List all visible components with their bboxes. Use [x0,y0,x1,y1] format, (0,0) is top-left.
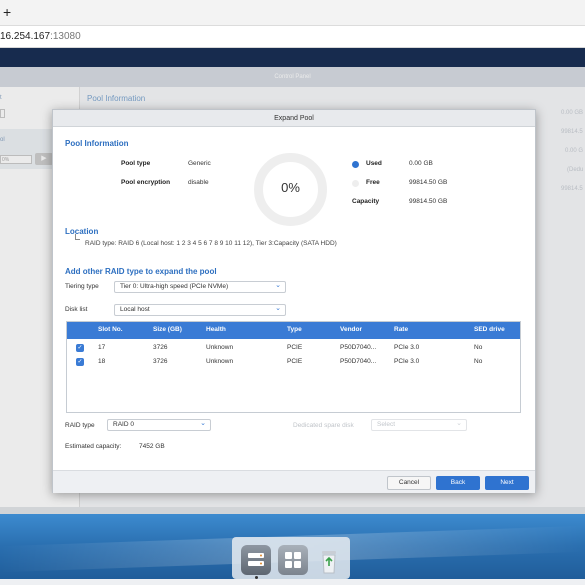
pool-type-value: Generic [188,160,211,167]
dedicated-spare-select[interactable]: Select ⌄ [371,419,467,431]
taskbar [0,579,585,585]
tiering-type-label: Tiering type [65,283,99,290]
browser-tab-bar: + [0,0,585,26]
free-label: Free [366,179,380,186]
cell-size: 3726 [153,358,168,365]
url-text[interactable]: 16.254.167:13080 [0,31,81,42]
tiering-type-select[interactable]: Tier 0: Ultra-high speed (PCIe NVMe) ⌄ [114,281,286,293]
cell-health: Unknown [206,344,234,351]
used-value: 0.00 GB [409,160,433,167]
col-sed-drive[interactable]: SED drive [474,326,505,333]
table-row[interactable]: ✓ 17 3726 Unknown PCIE P50D7040... PCIe … [67,342,520,354]
used-label: Used [366,160,382,167]
row-checkbox[interactable]: ✓ [76,344,84,352]
dedicated-spare-placeholder: Select [377,421,396,428]
location-text: RAID type: RAID 6 (Local host: 1 2 3 4 5… [85,240,337,247]
cell-sed: No [474,344,483,351]
raid-type-select[interactable]: RAID 0 ⌄ [107,419,211,431]
disk-list-label: Disk list [65,306,88,313]
chevron-down-icon: ⌄ [456,420,462,427]
free-legend-dot [352,180,359,187]
col-health[interactable]: Health [206,326,226,333]
estimated-capacity-label: Estimated capacity: [65,443,122,450]
cell-rate: PCIe 3.0 [394,358,420,365]
cell-type: PCIE [287,358,303,365]
location-heading: Location [65,227,99,236]
dedicated-spare-label: Dedicated spare disk [293,422,354,429]
capacity-label: Capacity [352,198,380,205]
chevron-down-icon: ⌄ [275,305,281,312]
cell-vendor: P50D7040... [340,344,377,351]
dialog-title: Expand Pool [53,110,535,127]
dialog-footer: Cancel Back Next [53,470,535,493]
tiering-type-value: Tier 0: Ultra-high speed (PCIe NVMe) [120,283,229,290]
chevron-down-icon: ⌄ [275,282,281,289]
new-tab-button[interactable]: + [3,4,11,20]
cell-slot: 18 [98,358,106,365]
cell-type: PCIE [287,344,303,351]
address-bar[interactable]: 16.254.167:13080 [0,26,585,48]
disk-list-select[interactable]: Local host ⌄ [114,304,286,316]
cell-rate: PCIe 3.0 [394,344,420,351]
col-size[interactable]: Size (GB) [153,326,182,333]
url-host: 16.254.167 [0,31,51,42]
capacity-value: 99814.50 GB [409,198,448,205]
next-button[interactable]: Next [485,476,529,490]
add-raid-heading: Add other RAID type to expand the pool [65,267,217,276]
pool-type-label: Pool type [121,160,151,167]
col-rate[interactable]: Rate [394,326,408,333]
row-checkbox[interactable]: ✓ [76,358,84,366]
col-slot-no[interactable]: Slot No. [98,326,123,333]
cell-sed: No [474,358,483,365]
tree-connector [75,234,80,240]
table-header: Slot No. Size (GB) Health Type Vendor Ra… [67,322,520,339]
back-button[interactable]: Back [436,476,480,490]
pool-encryption-label: Pool encryption [121,179,171,186]
disk-list-value: Local host [120,306,150,313]
free-value: 99814.50 GB [409,179,448,186]
cell-vendor: P50D7040... [340,358,377,365]
table-row[interactable]: ✓ 18 3726 Unknown PCIE P50D7040... PCIe … [67,356,520,368]
raid-type-value: RAID 0 [113,421,134,428]
chevron-down-icon: ⌄ [200,420,206,427]
select-all-placeholder [76,326,84,334]
storage-manager-icon[interactable] [241,545,271,575]
pool-encryption-value: disable [188,179,209,186]
cancel-button[interactable]: Cancel [387,476,431,490]
cell-health: Unknown [206,358,234,365]
expand-pool-dialog: Expand Pool Pool Information Pool type G… [52,109,536,493]
donut-percent: 0% [281,180,300,195]
estimated-capacity-value: 7452 GB [139,443,165,450]
app-center-icon[interactable] [278,545,308,575]
col-type[interactable]: Type [287,326,302,333]
disk-table: Slot No. Size (GB) Health Type Vendor Ra… [66,321,521,413]
url-port: :13080 [50,31,81,42]
recycle-bin-icon[interactable] [314,546,344,576]
cell-size: 3726 [153,344,168,351]
cell-slot: 17 [98,344,106,351]
col-vendor[interactable]: Vendor [340,326,362,333]
used-legend-dot [352,161,359,168]
pool-info-heading: Pool Information [65,139,129,148]
raid-type-label: RAID type [65,422,95,429]
